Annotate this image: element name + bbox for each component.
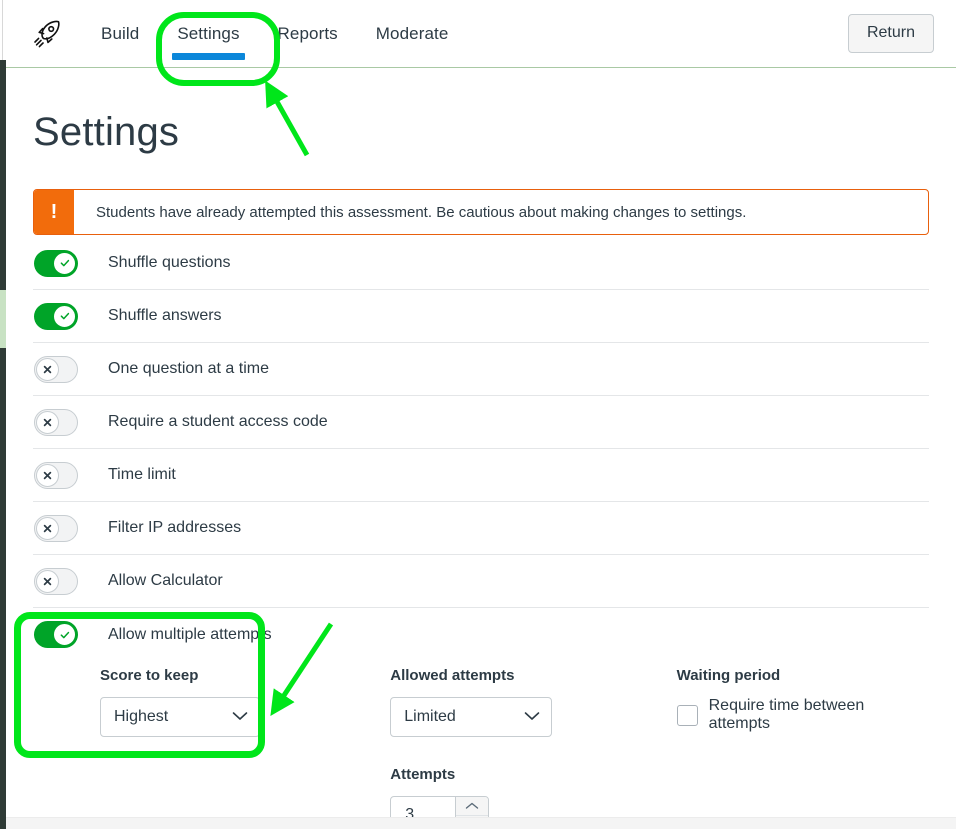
toggle-shuffle-answers[interactable] xyxy=(34,302,78,330)
tab-moderate[interactable]: Moderate xyxy=(357,0,468,68)
allowed-attempts-label: Allowed attempts xyxy=(390,667,515,684)
toggle-allow-calculator[interactable] xyxy=(34,567,78,595)
stepper-increment-button[interactable] xyxy=(456,797,489,816)
tab-reports-label: Reports xyxy=(277,23,338,43)
rocket-icon[interactable] xyxy=(14,17,82,51)
page-title: Settings xyxy=(33,110,180,154)
toggle-time-limit[interactable] xyxy=(34,461,78,489)
warning-exclamation-icon: ! xyxy=(34,190,74,234)
allowed-attempts-value: Limited xyxy=(404,708,456,725)
tab-moderate-label: Moderate xyxy=(375,23,449,43)
footer-bar xyxy=(6,817,956,829)
toggle-knob-close-icon xyxy=(36,410,59,434)
allowed-attempts-column: Allowed attempts Limited Attempts 3 xyxy=(390,667,676,829)
score-to-keep-column: Score to keep Highest xyxy=(34,667,390,829)
setting-label-require-access-code: Require a student access code xyxy=(108,413,328,430)
score-to-keep-select[interactable]: Highest xyxy=(100,697,260,737)
chevron-down-icon xyxy=(524,708,540,726)
toggle-allow-multiple-attempts[interactable] xyxy=(34,621,78,648)
warning-message: Students have already attempted this ass… xyxy=(96,203,747,221)
setting-label-shuffle-questions: Shuffle questions xyxy=(108,254,231,271)
attempts-label: Attempts xyxy=(390,766,456,783)
score-to-keep-value: Highest xyxy=(114,708,169,725)
multiple-attempts-panel: Score to keep Highest Allowed attempts L… xyxy=(33,667,929,829)
toggle-knob-close-icon xyxy=(36,463,59,487)
setting-row-one-question-at-a-time[interactable]: One question at a time xyxy=(33,343,929,396)
require-time-between-attempts-label: Require time between attempts xyxy=(708,697,865,732)
setting-row-allow-multiple-attempts[interactable]: Allow multiple attempts xyxy=(33,608,929,661)
nav-items: Build Settings Reports Moderate xyxy=(82,0,467,68)
tab-settings-label: Settings xyxy=(177,23,240,43)
toggle-one-question-at-a-time[interactable] xyxy=(34,355,78,383)
require-time-between-attempts-row[interactable]: Require time between attempts xyxy=(676,697,929,733)
allowed-attempts-select[interactable]: Limited xyxy=(390,697,553,737)
toggle-shuffle-questions[interactable] xyxy=(34,249,78,277)
tab-build[interactable]: Build xyxy=(82,0,158,68)
tab-settings[interactable]: Settings xyxy=(158,0,258,68)
waiting-period-label: Waiting period xyxy=(676,667,781,684)
require-time-between-attempts-checkbox[interactable] xyxy=(676,704,698,726)
setting-row-time-limit[interactable]: Time limit xyxy=(33,449,929,502)
tab-build-label: Build xyxy=(101,23,140,43)
setting-label-one-question-at-a-time: One question at a time xyxy=(108,360,269,377)
warning-banner: ! Students have already attempted this a… xyxy=(33,189,929,235)
toggle-knob-check-icon xyxy=(53,623,76,646)
toggle-knob-close-icon xyxy=(36,357,59,381)
settings-toggle-list: Shuffle questions Shuffle answers One qu… xyxy=(33,237,929,661)
setting-row-allow-calculator[interactable]: Allow Calculator xyxy=(33,555,929,608)
app-root: Build Settings Reports Moderate Return S… xyxy=(0,0,956,829)
toggle-knob-close-icon xyxy=(36,569,59,593)
setting-row-shuffle-questions[interactable]: Shuffle questions xyxy=(33,237,929,290)
setting-row-shuffle-answers[interactable]: Shuffle answers xyxy=(33,290,929,343)
setting-label-time-limit: Time limit xyxy=(108,466,176,483)
setting-label-allow-multiple-attempts: Allow multiple attempts xyxy=(108,625,272,643)
setting-label-shuffle-answers: Shuffle answers xyxy=(108,307,222,324)
setting-row-require-access-code[interactable]: Require a student access code xyxy=(33,396,929,449)
page-content: Settings ! Students have already attempt… xyxy=(6,68,956,829)
setting-label-filter-ip-addresses: Filter IP addresses xyxy=(108,519,242,536)
chevron-up-icon xyxy=(465,797,479,815)
setting-label-allow-calculator: Allow Calculator xyxy=(108,572,223,589)
tab-reports[interactable]: Reports xyxy=(259,0,357,68)
setting-row-filter-ip-addresses[interactable]: Filter IP addresses xyxy=(33,502,929,555)
return-button[interactable]: Return xyxy=(847,14,934,53)
toggle-knob-check-icon xyxy=(53,251,76,275)
chevron-down-icon xyxy=(232,708,248,726)
toggle-knob-check-icon xyxy=(53,304,76,328)
waiting-period-column: Waiting period Require time between atte… xyxy=(676,667,929,829)
toggle-knob-close-icon xyxy=(36,516,59,540)
toggle-filter-ip-addresses[interactable] xyxy=(34,514,78,542)
score-to-keep-label: Score to keep xyxy=(100,667,199,684)
toggle-require-access-code[interactable] xyxy=(34,408,78,436)
left-edge-hairline xyxy=(0,0,3,60)
top-navigation-bar: Build Settings Reports Moderate Return xyxy=(6,0,956,68)
